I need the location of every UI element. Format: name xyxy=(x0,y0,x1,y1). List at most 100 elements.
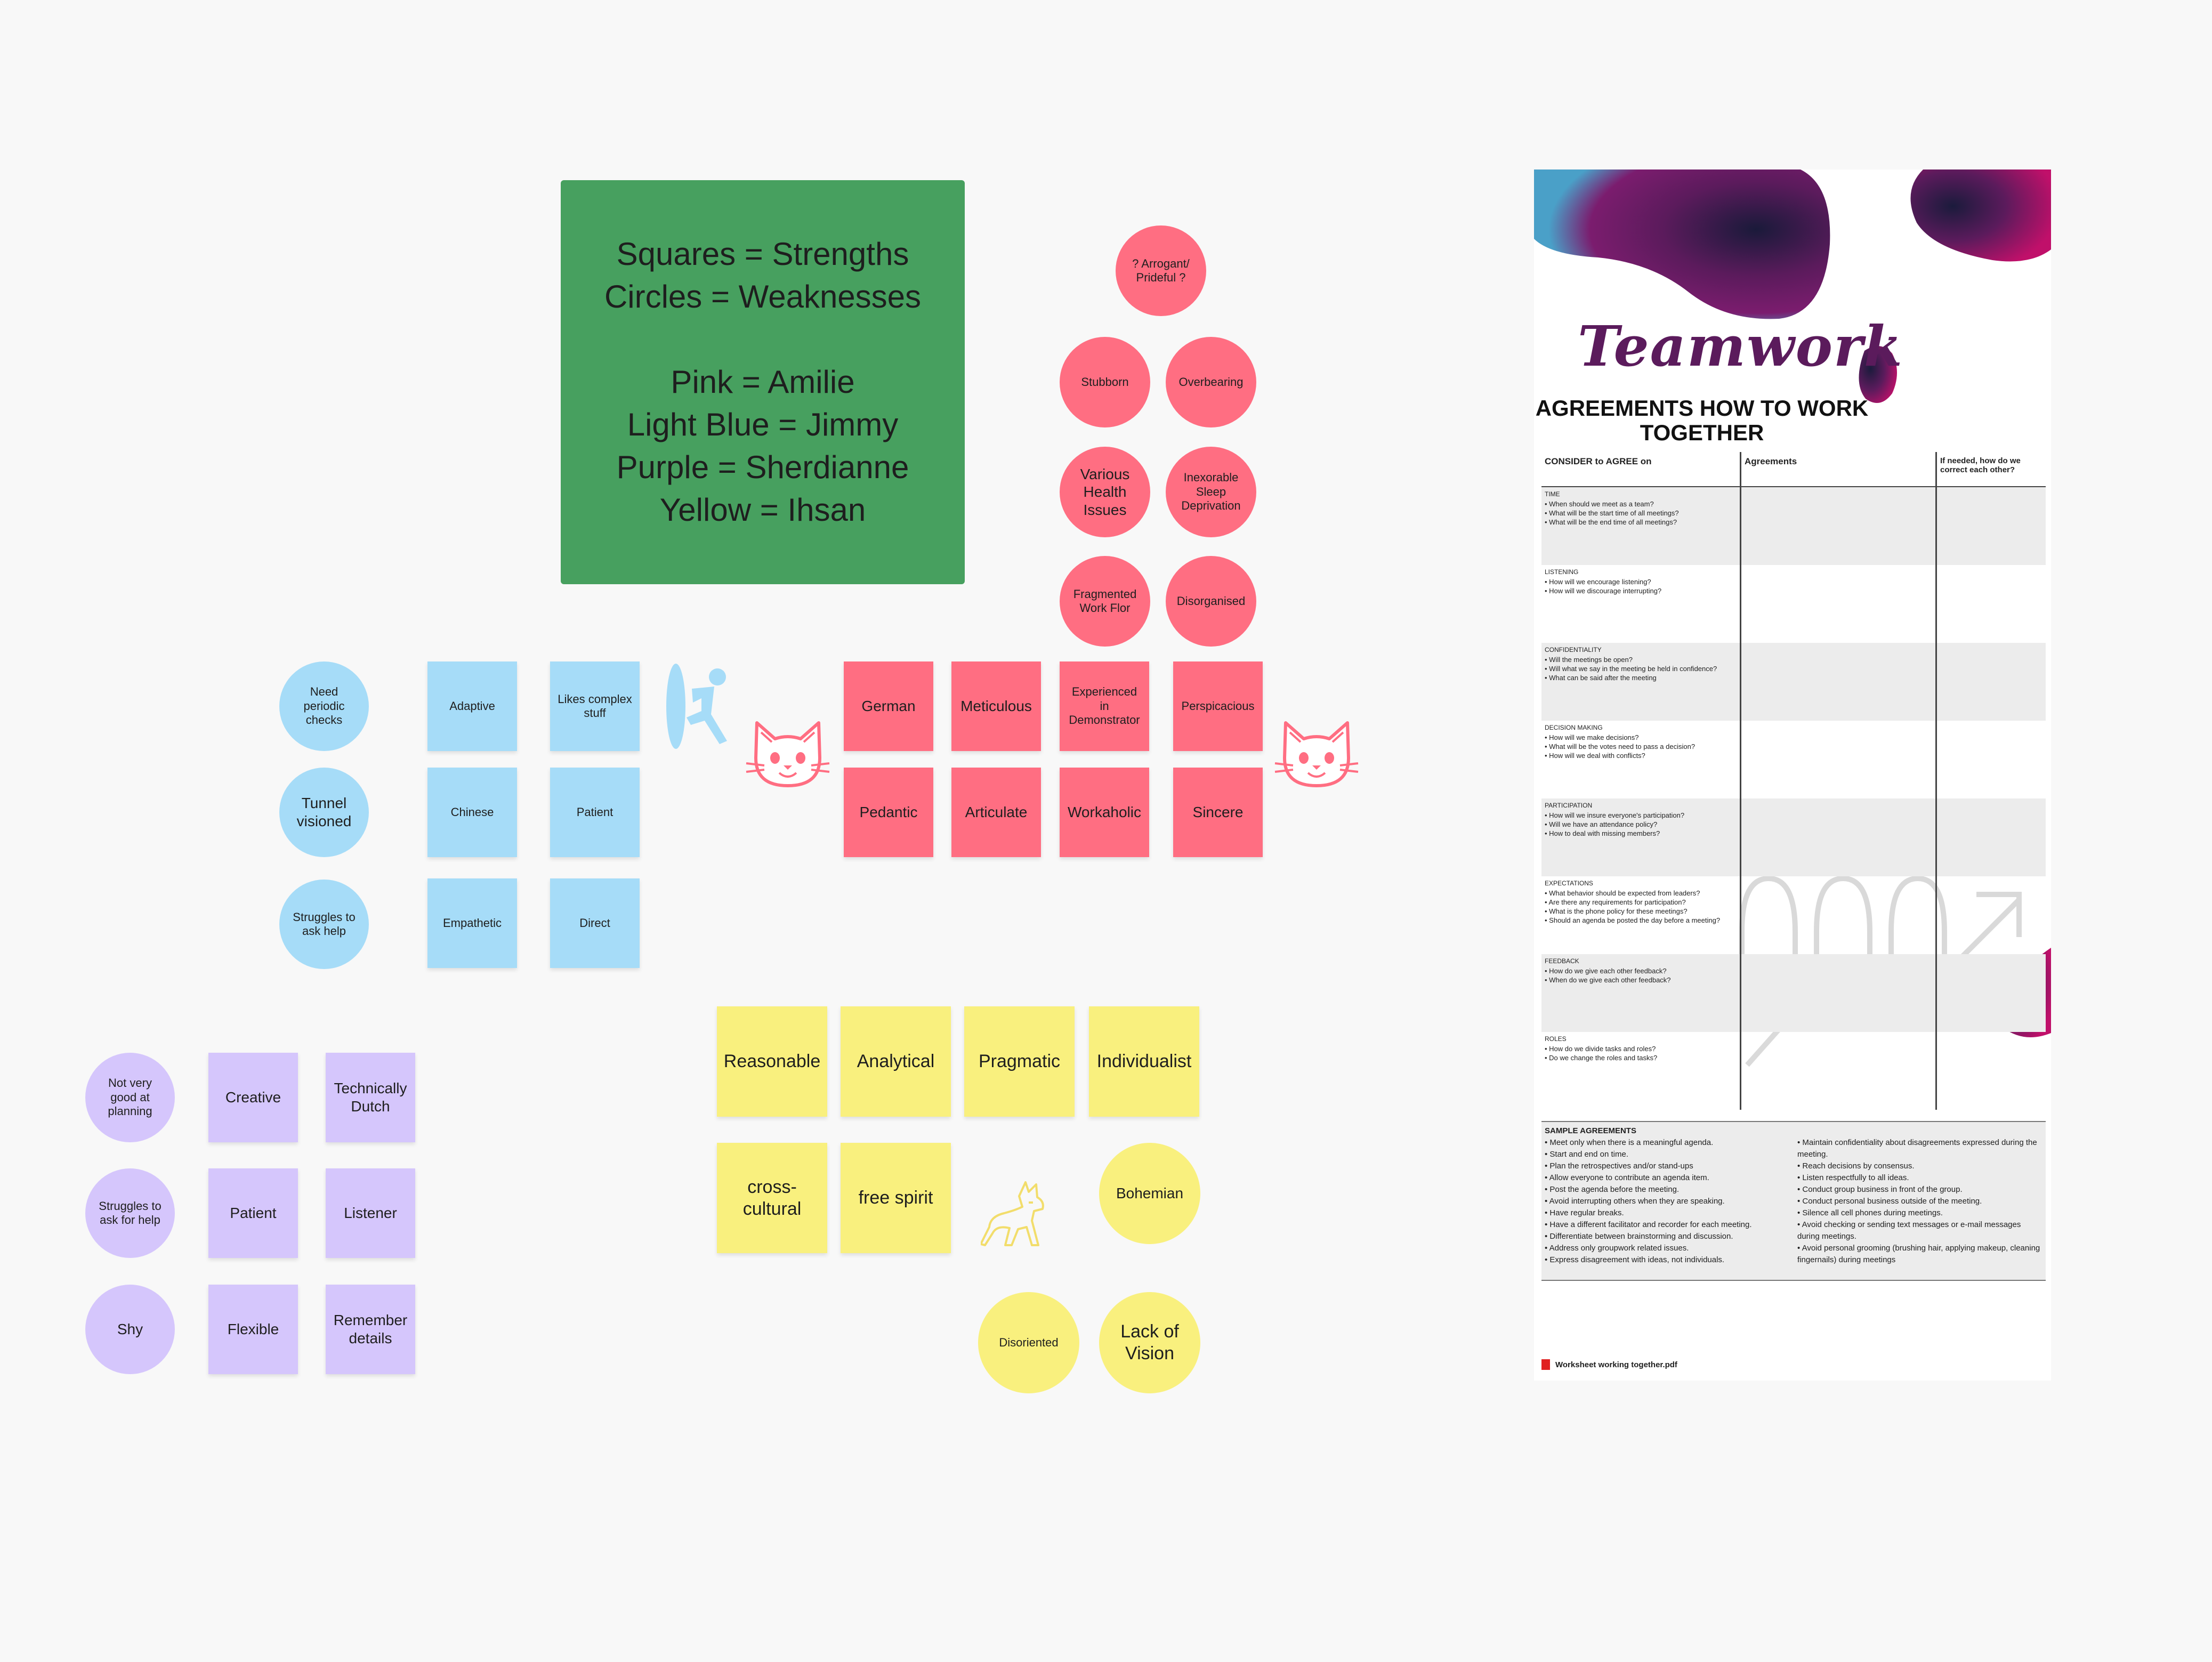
question: • How will we discourage interrupting? xyxy=(1545,587,1662,595)
column-header: If needed, how do we correct each other? xyxy=(1935,452,2046,487)
agreement-cell[interactable] xyxy=(1740,487,1936,565)
blue-strength-sticky[interactable]: Likes complex stuff xyxy=(550,661,640,751)
blue-strength-sticky[interactable]: Chinese xyxy=(427,768,517,857)
agreement-cell[interactable] xyxy=(1740,1032,1936,1110)
question: • Should an agenda be posted the day bef… xyxy=(1545,916,1721,924)
correction-cell[interactable] xyxy=(1935,954,2046,1032)
agreement-cell[interactable] xyxy=(1740,876,1936,954)
section-title: DECISION MAKING xyxy=(1545,724,1603,731)
worksheet-title: Teamwork xyxy=(1578,313,1903,379)
pink-strength-sticky[interactable]: Articulate xyxy=(951,768,1041,857)
yellow-strength-sticky[interactable]: Reasonable xyxy=(717,1006,827,1117)
yellow-strength-sticky[interactable]: free spirit xyxy=(841,1143,951,1253)
pink-weakness-circle[interactable]: Fragmented Work Flor xyxy=(1060,556,1150,647)
correction-cell[interactable] xyxy=(1935,565,2046,643)
correction-cell[interactable] xyxy=(1935,487,2046,565)
blue-strength-sticky[interactable]: Adaptive xyxy=(427,661,517,751)
purple-strength-sticky[interactable]: Flexible xyxy=(208,1285,298,1374)
purple-strength-sticky[interactable]: Creative xyxy=(208,1053,298,1142)
blue-weakness-circle[interactable]: Tunnel visioned xyxy=(279,768,369,857)
sample-item: • Reach decisions by consensus. xyxy=(1797,1161,1915,1171)
wolf-icon[interactable] xyxy=(981,1178,1055,1247)
question: • What behavior should be expected from … xyxy=(1545,889,1700,897)
question: • What can be said after the meeting xyxy=(1545,674,1657,682)
worksheet-pdf[interactable]: Teamwork AGREEMENTS HOW TO WORK TOGETHER… xyxy=(1534,170,2051,1381)
yellow-strength-sticky[interactable]: Pragmatic xyxy=(964,1006,1075,1117)
question: • Will what we say in the meeting be hel… xyxy=(1545,665,1717,673)
correction-cell[interactable] xyxy=(1935,1032,2046,1110)
pink-strength-sticky[interactable]: Sincere xyxy=(1173,768,1263,857)
sample-item: • Conduct group business in front of the… xyxy=(1797,1185,1963,1194)
section-title: TIME xyxy=(1545,490,1560,498)
table-row: EXPECTATIONS • What behavior should be e… xyxy=(1541,876,2046,954)
pink-strength-sticky[interactable]: Pedantic xyxy=(844,768,933,857)
pink-weakness-circle[interactable]: Stubborn xyxy=(1060,337,1150,427)
blue-weakness-circle[interactable]: Struggles to ask help xyxy=(279,880,369,969)
correction-cell[interactable] xyxy=(1935,798,2046,876)
section-title: LISTENING xyxy=(1545,568,1579,576)
cat-face-icon[interactable] xyxy=(745,721,830,790)
yellow-weakness-circle[interactable]: Disoriented xyxy=(978,1292,1079,1393)
section-title: FEEDBACK xyxy=(1545,957,1579,965)
blue-strength-sticky[interactable]: Empathetic xyxy=(427,878,517,968)
blue-strength-sticky[interactable]: Patient xyxy=(550,768,640,857)
question: • How will we encourage listening? xyxy=(1545,578,1651,586)
sample-item: • Maintain confidentiality about disagre… xyxy=(1797,1138,2037,1159)
sample-item: • Avoid checking or sending text message… xyxy=(1797,1220,2021,1241)
agreement-cell[interactable] xyxy=(1740,954,1936,1032)
pink-strength-sticky[interactable]: Workaholic xyxy=(1060,768,1149,857)
sample-item: • Allow everyone to contribute an agenda… xyxy=(1545,1173,1709,1182)
correction-cell[interactable] xyxy=(1935,721,2046,798)
question: • Do we change the roles and tasks? xyxy=(1545,1054,1658,1062)
yellow-weakness-circle[interactable]: Lack of Vision xyxy=(1099,1292,1200,1393)
table-row: LISTENING • How will we encourage listen… xyxy=(1541,565,2046,643)
purple-strength-sticky[interactable]: Technically Dutch xyxy=(326,1053,415,1142)
question: • Will the meetings be open? xyxy=(1545,656,1633,664)
pink-weakness-circle[interactable]: ? Arrogant/ Prideful ? xyxy=(1116,225,1206,316)
pink-strength-sticky[interactable]: Experienced in Demonstrator xyxy=(1060,661,1149,751)
legend-line: Circles = Weaknesses xyxy=(604,279,922,314)
agreement-cell[interactable] xyxy=(1740,798,1936,876)
blue-strength-sticky[interactable]: Direct xyxy=(550,878,640,968)
agreements-table: CONSIDER to AGREE on Agreements If neede… xyxy=(1541,452,2046,1110)
blue-weakness-circle[interactable]: Need periodic checks xyxy=(279,661,369,751)
cat-face-icon[interactable] xyxy=(1274,721,1359,790)
legend-sticky[interactable]: Squares = Strengths Circles = Weaknesses… xyxy=(561,180,965,584)
surfer-icon[interactable] xyxy=(659,661,739,752)
pink-weakness-circle[interactable]: Various Health Issues xyxy=(1060,447,1150,537)
question: • What is the phone policy for these mee… xyxy=(1545,907,1688,915)
pdf-filename[interactable]: Worksheet working together.pdf xyxy=(1541,1359,1677,1370)
sample-item: • Avoid personal grooming (brushing hair… xyxy=(1797,1244,2040,1264)
section-title: ROLES xyxy=(1545,1035,1567,1043)
question: • What will be the end time of all meeti… xyxy=(1545,518,1677,526)
sample-item: • Plan the retrospectives and/or stand-u… xyxy=(1545,1161,1693,1171)
legend-line: Pink = Amilie xyxy=(671,364,855,400)
pink-strength-sticky[interactable]: German xyxy=(844,661,933,751)
purple-weakness-circle[interactable]: Shy xyxy=(85,1285,175,1374)
purple-weakness-circle[interactable]: Struggles to ask for help xyxy=(85,1168,175,1258)
yellow-weakness-circle[interactable]: Bohemian xyxy=(1099,1143,1200,1244)
table-row: ROLES • How do we divide tasks and roles… xyxy=(1541,1032,2046,1110)
pink-strength-sticky[interactable]: Perspicacious xyxy=(1173,661,1263,751)
sample-item: • Conduct personal business outside of t… xyxy=(1797,1197,1982,1206)
yellow-strength-sticky[interactable]: cross-cultural xyxy=(717,1143,827,1253)
correction-cell[interactable] xyxy=(1935,876,2046,954)
section-title: EXPECTATIONS xyxy=(1545,880,1593,887)
question: • Are there any requirements for partici… xyxy=(1545,898,1686,906)
purple-weakness-circle[interactable]: Not very good at planning xyxy=(85,1053,175,1142)
purple-strength-sticky[interactable]: Patient xyxy=(208,1168,298,1258)
agreement-cell[interactable] xyxy=(1740,643,1936,721)
pink-strength-sticky[interactable]: Meticulous xyxy=(951,661,1041,751)
purple-strength-sticky[interactable]: Remember details xyxy=(326,1285,415,1374)
question: • How do we give each other feedback? xyxy=(1545,967,1667,975)
question: • What will be the start time of all mee… xyxy=(1545,509,1679,517)
pink-weakness-circle[interactable]: Disorganised xyxy=(1166,556,1256,647)
correction-cell[interactable] xyxy=(1935,643,2046,721)
pink-weakness-circle[interactable]: Overbearing xyxy=(1166,337,1256,427)
pink-weakness-circle[interactable]: Inexorable Sleep Deprivation xyxy=(1166,447,1256,537)
purple-strength-sticky[interactable]: Listener xyxy=(326,1168,415,1258)
agreement-cell[interactable] xyxy=(1740,565,1936,643)
yellow-strength-sticky[interactable]: Analytical xyxy=(841,1006,951,1117)
agreement-cell[interactable] xyxy=(1740,721,1936,798)
yellow-strength-sticky[interactable]: Individualist xyxy=(1089,1006,1199,1117)
